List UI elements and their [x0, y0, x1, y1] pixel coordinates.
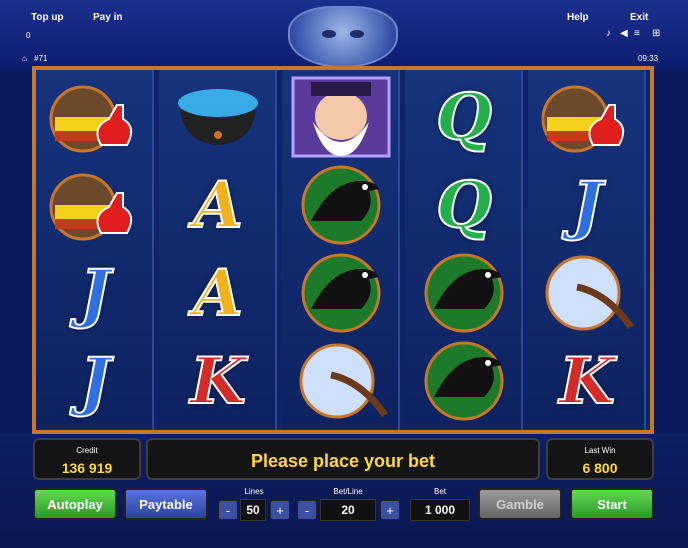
symbol-potions — [40, 162, 150, 248]
lines-label: Lines — [244, 487, 264, 496]
pay-in-link[interactable]: Pay in — [93, 12, 122, 23]
mask-eye-left — [322, 30, 336, 38]
credit-panel: Credit 136 919 — [33, 438, 141, 480]
start-button[interactable]: Start — [570, 488, 654, 520]
symbol-k: K — [163, 338, 273, 424]
symbol-letter: K — [189, 343, 247, 420]
lines-value: 50 — [240, 499, 266, 521]
autoplay-button[interactable]: Autoplay — [33, 488, 117, 520]
music-icon[interactable]: ♪ — [606, 28, 611, 39]
reel-3 — [282, 70, 400, 430]
symbol-j: J — [40, 338, 150, 424]
bet-label: Bet — [433, 487, 446, 496]
reel-2: AAK — [159, 70, 277, 430]
gamble-button[interactable]: Gamble — [478, 488, 562, 520]
symbol-raven — [286, 162, 396, 248]
symbol-wizard — [286, 74, 396, 160]
reel-4: QQ — [405, 70, 523, 430]
symbol-raven — [409, 338, 519, 424]
exit-link[interactable]: Exit — [630, 12, 648, 23]
credit-label: Credit — [76, 446, 98, 455]
symbol-q: Q — [409, 74, 519, 160]
symbol-potions — [532, 74, 642, 160]
symbol-letter: Q — [435, 167, 493, 244]
symbol-raven — [286, 250, 396, 336]
bet-line-label: Bet/Line — [333, 487, 363, 496]
last-win-label: Last Win — [584, 446, 616, 455]
symbol-letter: A — [192, 167, 244, 244]
symbol-j: J — [40, 250, 150, 336]
betline-plus-button[interactable]: + — [380, 500, 400, 520]
symbol-j: J — [532, 162, 642, 248]
last-win-panel: Last Win 6 800 — [546, 438, 654, 480]
lines-plus-button[interactable]: + — [270, 500, 290, 520]
top-bar: Top up Pay in Help Exit 0 ⌂ #71 ♪ ◀ ≡ ⊞ … — [0, 0, 688, 70]
message-panel: Please place your bet — [146, 438, 540, 480]
symbol-moon — [286, 338, 396, 424]
betline-minus-button[interactable]: - — [297, 500, 317, 520]
round-number: #71 — [34, 54, 48, 63]
bet-line-value: 20 — [320, 499, 376, 521]
control-panel: Credit 136 919 Please place your bet Las… — [0, 434, 688, 548]
mask-eye-right — [350, 30, 364, 38]
symbol-letter: K — [558, 343, 616, 420]
green-man-mask-logo — [288, 6, 398, 68]
clock-time: 09:33 — [638, 54, 659, 63]
status-message: Please place your bet — [250, 451, 436, 471]
fullscreen-icon[interactable]: ⊞ — [652, 28, 660, 39]
symbol-potions — [40, 74, 150, 160]
right-line-indicators — [656, 70, 684, 430]
balance-indicator: 0 — [26, 31, 31, 40]
reel-5: JK — [528, 70, 646, 430]
symbol-letter: J — [79, 343, 111, 420]
home-icon[interactable]: ⌂ — [22, 54, 27, 63]
symbol-letter: A — [192, 255, 244, 332]
settings-icon[interactable]: ≡ — [634, 28, 640, 39]
symbol-moon — [532, 250, 642, 336]
lines-minus-button[interactable]: - — [218, 500, 238, 520]
symbol-k: K — [532, 338, 642, 424]
symbol-a: A — [163, 250, 273, 336]
symbol-a: A — [163, 162, 273, 248]
sound-icon[interactable]: ◀ — [620, 28, 628, 39]
help-link[interactable]: Help — [567, 12, 589, 23]
symbol-raven — [409, 250, 519, 336]
left-line-indicators — [4, 70, 32, 430]
symbol-letter: J — [571, 167, 603, 244]
paytable-button[interactable]: Paytable — [124, 488, 208, 520]
top-up-link[interactable]: Top up — [31, 12, 64, 23]
symbol-letter: Q — [435, 79, 493, 156]
symbol-q: Q — [409, 162, 519, 248]
reel-1: JJ — [36, 70, 154, 430]
credit-value: 136 919 — [61, 460, 113, 476]
symbol-letter: J — [79, 255, 111, 332]
reel-board: JJ AAK QQ JK — [32, 66, 654, 434]
symbol-cauldron — [163, 74, 273, 160]
last-win-value: 6 800 — [582, 460, 618, 476]
bet-value: 1 000 — [410, 499, 470, 521]
